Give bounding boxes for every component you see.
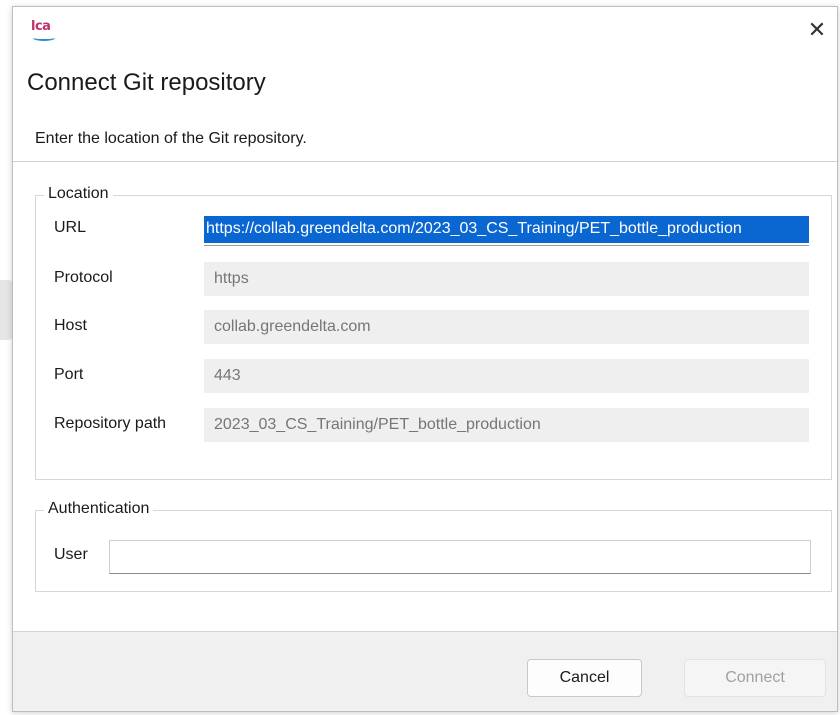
openlca-logo-icon: LCA xyxy=(31,19,59,41)
logo-swoosh xyxy=(33,35,55,41)
url-input[interactable]: https://collab.greendelta.com/2023_03_CS… xyxy=(204,212,809,246)
repository-path-label: Repository path xyxy=(54,415,167,432)
user-label: User xyxy=(54,546,88,563)
url-label: URL xyxy=(54,219,87,236)
button-bar: Cancel Connect xyxy=(13,631,837,711)
title-bar: LCA ✕ xyxy=(13,7,837,55)
connect-button[interactable]: Connect xyxy=(684,659,826,697)
logo-text: LCA xyxy=(31,19,51,34)
dialog-title: Connect Git repository xyxy=(27,69,266,96)
url-value: https://collab.greendelta.com/2023_03_CS… xyxy=(206,220,742,237)
dialog-subtitle: Enter the location of the Git repository… xyxy=(35,130,307,147)
url-selected-text: https://collab.greendelta.com/2023_03_CS… xyxy=(204,216,809,243)
port-label: Port xyxy=(54,366,84,383)
authentication-legend: Authentication xyxy=(44,500,154,518)
protocol-label: Protocol xyxy=(54,269,113,286)
user-input[interactable] xyxy=(109,540,811,574)
location-legend: Location xyxy=(44,185,113,203)
port-field: 443 xyxy=(204,359,809,393)
protocol-field: https xyxy=(204,262,809,296)
close-icon[interactable]: ✕ xyxy=(805,19,829,43)
repository-path-field: 2023_03_CS_Training/PET_bottle_productio… xyxy=(204,408,809,442)
header-divider xyxy=(13,161,837,162)
host-field: collab.greendelta.com xyxy=(204,310,809,344)
location-group: Location URL https://collab.greendelta.c… xyxy=(35,185,832,480)
authentication-group: Authentication User xyxy=(35,500,832,592)
cancel-button[interactable]: Cancel xyxy=(527,659,642,697)
connect-git-dialog: LCA ✕ Connect Git repository Enter the l… xyxy=(12,6,838,712)
host-label: Host xyxy=(54,317,87,334)
